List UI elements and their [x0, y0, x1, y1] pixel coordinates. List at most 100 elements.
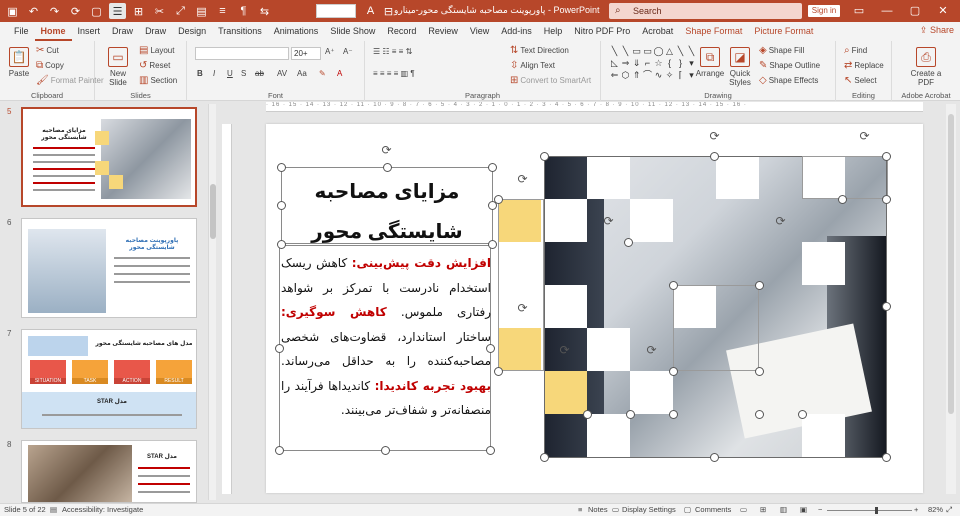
resize-handle[interactable]	[275, 446, 284, 455]
rotate-handle-icon[interactable]: ⟳	[858, 130, 871, 143]
grow-icon[interactable]: ⤢	[172, 3, 189, 19]
align-buttons[interactable]: ≡ ≡ ≡ ≡ ▥ ¶	[373, 69, 415, 78]
scrollbar-thumb[interactable]	[948, 114, 954, 414]
resize-handle[interactable]	[626, 410, 635, 419]
comments-button[interactable]: Comments	[695, 505, 731, 514]
tab-review[interactable]: Review	[422, 22, 464, 41]
text-direction-button[interactable]: ⇅ Text Direction	[510, 45, 569, 56]
slide-title[interactable]: مزایای مصاحبه شایستگی محور	[282, 172, 492, 252]
resize-handle[interactable]	[710, 152, 719, 161]
resize-handle[interactable]	[494, 367, 503, 376]
resize-handle[interactable]	[277, 163, 286, 172]
resize-handle[interactable]	[624, 238, 633, 247]
scissors-icon[interactable]: ✂	[151, 3, 168, 19]
resize-handle[interactable]	[540, 152, 549, 161]
tab-add-ins[interactable]: Add-ins	[495, 22, 538, 41]
font-color-icon[interactable]: A	[362, 3, 379, 19]
shape-fill-button[interactable]: ◈ Shape Fill	[759, 45, 804, 56]
zoom-level[interactable]: 82%	[928, 505, 943, 514]
paragraph-icon[interactable]: ¶	[235, 3, 252, 19]
resize-handle[interactable]	[486, 344, 495, 353]
picture-puzzle-group[interactable]	[498, 156, 888, 458]
resize-handle[interactable]	[488, 240, 497, 249]
resize-handle[interactable]	[755, 410, 764, 419]
highlight-button[interactable]: ✎	[319, 69, 326, 78]
rotate-handle-icon[interactable]: ⟳	[774, 215, 787, 228]
rotate-handle-icon[interactable]: ⟳	[380, 144, 393, 157]
spacing-button[interactable]: AV	[277, 69, 287, 78]
resize-handle[interactable]	[669, 281, 678, 290]
thumbnail-slide-8[interactable]: مدل STAR	[21, 440, 197, 503]
tab-animations[interactable]: Animations	[268, 22, 325, 41]
tab-home[interactable]: Home	[34, 22, 72, 41]
image-icon[interactable]: ▤	[193, 3, 210, 19]
resize-handle[interactable]	[755, 281, 764, 290]
replace-button[interactable]: ⇄ Replace	[844, 60, 884, 71]
normal-view-icon[interactable]: ▭	[740, 505, 747, 514]
italic-button[interactable]: I	[213, 69, 215, 78]
resize-handle[interactable]	[383, 163, 392, 172]
shapes-gallery[interactable]: ╲ ╲ ▭ ▭ ◯ △ ╲ ╲ ◺ ⇒ ⇓ ⌐ ☆{} ▾ ⇐ ⬡ ⇑ ⌒ ∿ ✧ ⌈ ▾	[609, 45, 701, 83]
rotate-handle-icon[interactable]: ⟳	[516, 173, 529, 186]
resize-handle[interactable]	[755, 367, 764, 376]
font-color-button[interactable]: A	[337, 69, 342, 78]
shape-outline-button[interactable]: ✎ Shape Outline	[759, 60, 820, 71]
thumbnail-slide-5[interactable]: مزایای مصاحبه شایستگی محور	[21, 107, 197, 207]
zoom-in-icon[interactable]: +	[914, 505, 918, 514]
cell-selection-frame[interactable]	[673, 285, 759, 371]
tab-help[interactable]: Help	[538, 22, 569, 41]
resize-handle[interactable]	[583, 410, 592, 419]
slideshow-view-icon[interactable]: ▣	[800, 505, 807, 514]
slide-scrollbar[interactable]	[946, 104, 956, 494]
tab-shape-format[interactable]: Shape Format	[679, 22, 748, 41]
sorter-view-icon[interactable]: ⊞	[760, 505, 766, 514]
rotate-handle-icon[interactable]: ⟳	[516, 302, 529, 315]
tab-view[interactable]: View	[464, 22, 495, 41]
align-text-button[interactable]: ⇳ Align Text	[510, 60, 555, 71]
spellcheck-icon[interactable]: ▤	[50, 505, 57, 514]
thumbnail-slide-6[interactable]: پاورپوینت مصاحبه شایستگی محور	[21, 218, 197, 318]
save-icon[interactable]: ▣	[4, 3, 21, 19]
zoom-slider[interactable]	[827, 507, 912, 514]
select-button[interactable]: ↖ Select	[844, 75, 877, 86]
bullets-button[interactable]: ☰ ☷ ≡ ≡ ⇅	[373, 47, 412, 56]
tab-picture-format[interactable]: Picture Format	[748, 22, 819, 41]
align-right-icon[interactable]: ≡	[214, 3, 231, 19]
cell-selection-frame[interactable]	[802, 156, 888, 199]
grid-icon[interactable]: ⊞	[130, 3, 147, 19]
minimize-icon[interactable]: —	[873, 2, 901, 20]
resize-handle[interactable]	[277, 201, 286, 210]
shape-effects-button[interactable]: ◇ Shape Effects	[759, 75, 818, 86]
resize-handle[interactable]	[882, 453, 891, 462]
create-pdf-button[interactable]: ⎙ Create a PDF	[902, 47, 950, 87]
refresh-icon[interactable]: ⟳	[67, 3, 84, 19]
ribbon-display-icon[interactable]: ▭	[845, 2, 873, 20]
resize-handle[interactable]	[882, 302, 891, 311]
undo-icon[interactable]: ↶	[25, 3, 42, 19]
shrink-font-button[interactable]: A⁻	[343, 47, 353, 56]
tab-nitro[interactable]: Nitro PDF Pro	[568, 22, 636, 41]
tab-insert[interactable]: Insert	[72, 22, 107, 41]
tab-design[interactable]: Design	[172, 22, 212, 41]
zoom-slider-thumb[interactable]	[875, 507, 878, 514]
hyperlink-icon[interactable]: ⇆	[256, 3, 273, 19]
resize-handle[interactable]	[486, 446, 495, 455]
tab-slide-show[interactable]: Slide Show	[324, 22, 381, 41]
resize-handle[interactable]	[838, 195, 847, 204]
convert-smartart-button[interactable]: ⊞ Convert to SmartArt	[510, 75, 591, 86]
resize-handle[interactable]	[710, 453, 719, 462]
resize-handle[interactable]	[488, 163, 497, 172]
tab-acrobat[interactable]: Acrobat	[636, 22, 679, 41]
new-slide-button[interactable]: ▭ New Slide	[103, 47, 133, 87]
resize-handle[interactable]	[669, 367, 678, 376]
tab-transitions[interactable]: Transitions	[212, 22, 268, 41]
find-button[interactable]: ⌕ Find	[844, 45, 867, 56]
resize-handle[interactable]	[381, 446, 390, 455]
font-name-input[interactable]	[195, 47, 289, 60]
section-button[interactable]: ▥ Section	[139, 75, 177, 86]
copy-button[interactable]: ⧉ Copy	[36, 60, 64, 71]
strikethrough-button[interactable]: ab	[255, 69, 264, 78]
search-box[interactable]: ⌕ Search	[609, 3, 802, 19]
scrollbar-thumb[interactable]	[210, 184, 216, 239]
notes-button[interactable]: Notes	[588, 505, 608, 514]
